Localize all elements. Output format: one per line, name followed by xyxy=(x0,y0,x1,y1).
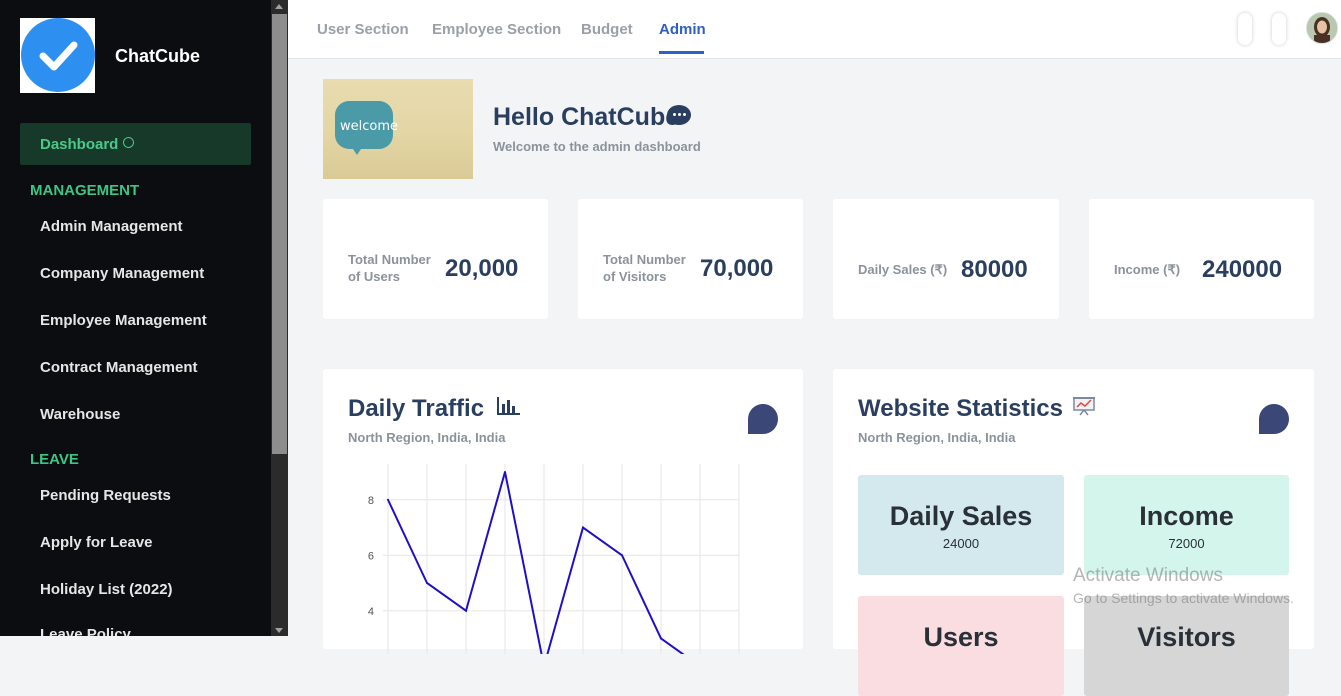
tile-title: Income xyxy=(1139,501,1234,531)
welcome-image-text: welcome xyxy=(340,119,399,134)
data-point xyxy=(465,609,467,612)
stat-label: Daily Sales (₹) xyxy=(858,262,948,277)
data-point xyxy=(621,554,623,557)
card-subtitle: North Region, India, India xyxy=(858,430,1016,445)
scroll-thumb[interactable] xyxy=(272,14,287,454)
tile-title: Visitors xyxy=(1137,622,1236,652)
stat-label: Total Number xyxy=(603,252,686,267)
sidebar-item-apply-for-leave[interactable]: Apply for Leave xyxy=(40,534,153,551)
page-title: Hello ChatCube xyxy=(493,103,680,131)
active-tab-indicator xyxy=(659,51,704,54)
drop-icon[interactable] xyxy=(748,404,778,434)
tile-title: Daily Sales xyxy=(889,501,1033,531)
y-tick-label: 8 xyxy=(368,495,374,507)
data-point xyxy=(582,526,584,529)
card-subtitle: North Region, India, India xyxy=(348,430,506,445)
stat-label: of Users xyxy=(348,269,401,284)
tile-users: Users xyxy=(858,596,1064,696)
stat-value: 70,000 xyxy=(700,255,774,282)
section-management: MANAGEMENT xyxy=(30,182,140,199)
sidebar-item-admin-management[interactable]: Admin Management xyxy=(40,218,183,235)
stat-card-visitors: Total Number of Visitors 70,000 xyxy=(578,199,803,319)
data-point xyxy=(504,471,506,473)
activate-windows-subtitle: Go to Settings to activate Windows. xyxy=(1073,590,1294,606)
toggle-button-2[interactable] xyxy=(1272,13,1286,45)
tab-budget[interactable]: Budget xyxy=(581,21,633,38)
avatar[interactable] xyxy=(1306,12,1338,44)
sidebar-item-label: Dashboard xyxy=(40,136,119,153)
sidebar-item-contract-management[interactable]: Contract Management xyxy=(40,359,198,376)
tab-admin[interactable]: Admin xyxy=(659,21,706,38)
sidebar-item-warehouse[interactable]: Warehouse xyxy=(40,406,120,423)
website-statistics-card: Website Statistics North Region, India, … xyxy=(833,369,1314,696)
sidebar-item-dashboard[interactable]: Dashboard xyxy=(20,123,251,165)
daily-traffic-card: Daily Traffic North Region, India, India… xyxy=(323,369,803,654)
check-icon xyxy=(21,18,95,92)
sidebar-scrollbar[interactable] xyxy=(271,0,288,636)
sidebar-item-pending-requests[interactable]: Pending Requests xyxy=(40,487,171,504)
toggle-button-1[interactable] xyxy=(1238,13,1252,45)
scroll-up-arrow[interactable] xyxy=(275,4,283,9)
sidebar-item-leave-policy[interactable]: Leave Policy xyxy=(40,626,131,636)
stat-value: 240000 xyxy=(1202,256,1283,283)
sidebar-item-holiday-list[interactable]: Holiday List (2022) xyxy=(40,581,173,598)
stat-card-income: Income (₹) 240000 xyxy=(1089,199,1314,319)
tile-value: 72000 xyxy=(1168,536,1205,551)
tile-title: Users xyxy=(923,622,999,652)
drop-icon[interactable] xyxy=(1259,404,1289,434)
data-point xyxy=(426,582,428,584)
brand-name: ChatCube xyxy=(115,46,200,66)
logo xyxy=(20,18,95,93)
sidebar-item-company-management[interactable]: Company Management xyxy=(40,265,204,282)
stat-value: 80000 xyxy=(961,256,1028,283)
tab-user-section[interactable]: User Section xyxy=(317,21,409,38)
sidebar-item-employee-management[interactable]: Employee Management xyxy=(40,312,207,329)
card-title: Website Statistics xyxy=(858,395,1096,424)
welcome-image: welcome xyxy=(323,79,473,179)
y-tick-label: 6 xyxy=(368,550,374,562)
stat-label: Income (₹) xyxy=(1114,262,1181,277)
tile-daily-sales: Daily Sales 24000 xyxy=(858,475,1064,575)
tab-employee-section[interactable]: Employee Section xyxy=(432,21,561,38)
tile-visitors: Visitors xyxy=(1084,596,1289,696)
scroll-down-arrow[interactable] xyxy=(275,628,283,633)
activate-windows-title: Activate Windows xyxy=(1073,565,1223,586)
tile-value: 24000 xyxy=(942,536,980,551)
daily-traffic-chart: 4 6 8 xyxy=(368,464,740,654)
tile-income: Income 72000 xyxy=(1084,475,1289,575)
top-navbar: User Section Employee Section Budget Adm… xyxy=(288,0,1341,59)
section-leave: LEAVE xyxy=(30,451,79,468)
sidebar: ChatCube Dashboard MANAGEMENT Admin Mana… xyxy=(0,0,271,636)
data-point xyxy=(660,637,662,640)
chat-bubble-icon xyxy=(667,105,691,125)
bar-chart-icon xyxy=(495,395,521,424)
stat-value: 20,000 xyxy=(445,255,519,282)
stat-card-daily-sales: Daily Sales (₹) 80000 xyxy=(833,199,1059,319)
stat-card-users: Total Number of Users 20,000 xyxy=(323,199,548,319)
card-title: Daily Traffic xyxy=(348,395,521,424)
gauge-icon xyxy=(123,137,134,148)
stat-label: Total Number xyxy=(348,252,431,267)
data-point xyxy=(387,498,389,501)
y-tick-label: 4 xyxy=(368,606,374,618)
stat-label: of Visitors xyxy=(603,269,667,284)
page-subtitle: Welcome to the admin dashboard xyxy=(493,139,701,154)
presentation-icon xyxy=(1072,395,1096,424)
